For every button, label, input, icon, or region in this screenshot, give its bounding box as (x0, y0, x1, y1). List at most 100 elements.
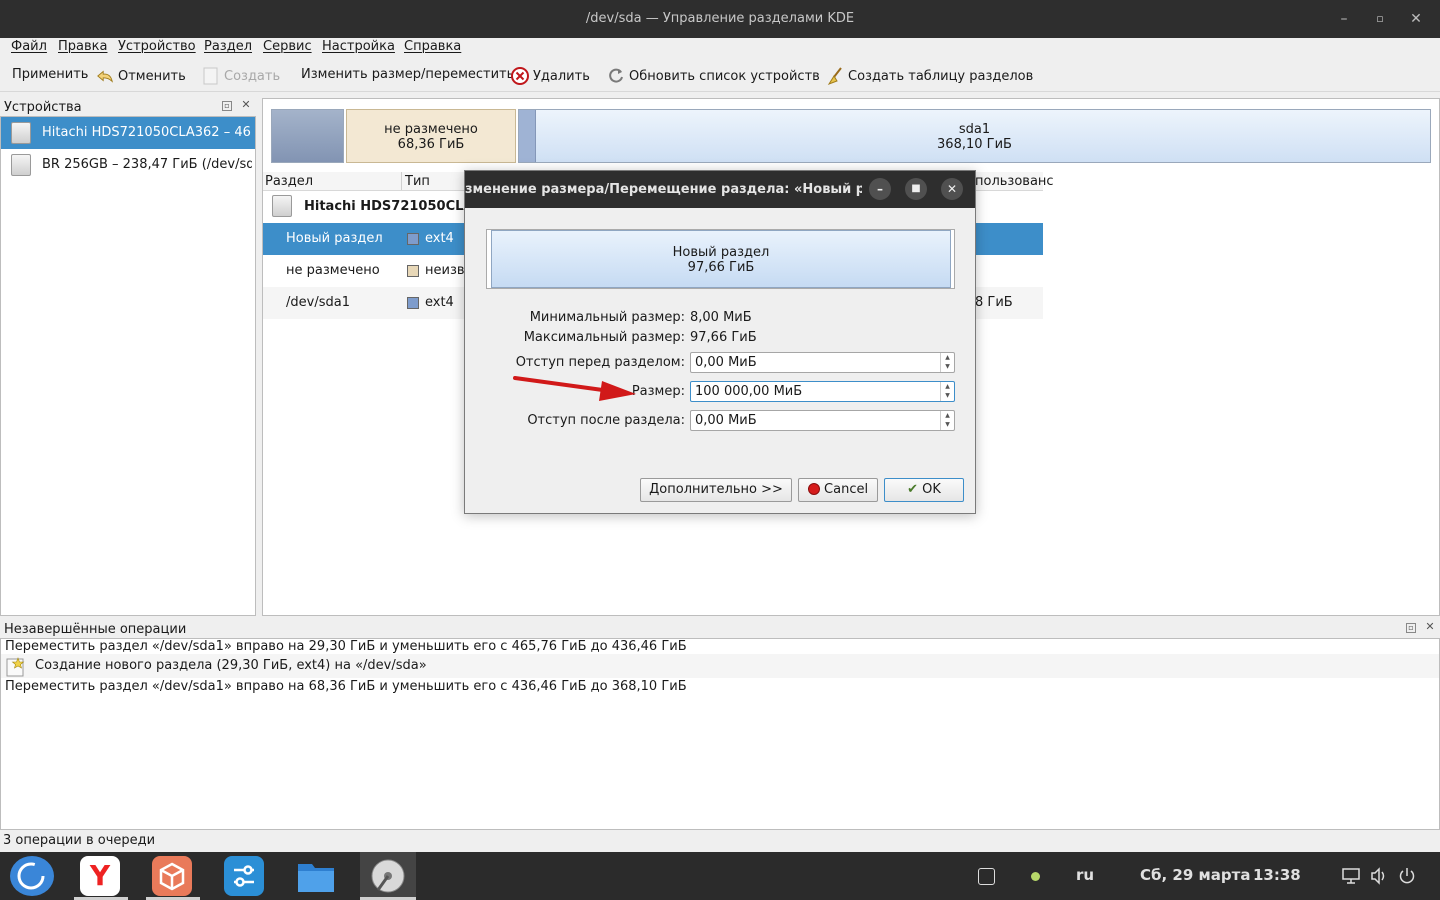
create-button[interactable]: Создать (202, 67, 280, 85)
menu-file[interactable]: Файл (11, 39, 47, 54)
taskbar: Y ru Сб, 29 марта 13:38 (0, 852, 1440, 900)
yandex-browser-icon[interactable]: Y (80, 856, 120, 896)
list-item-text: Создание нового раздела (29,30 ГиБ, ext4… (35, 658, 427, 673)
close-panel-icon[interactable]: ✕ (1425, 621, 1435, 633)
partition-resizer[interactable]: Новый раздел 97,66 ГиБ (486, 229, 955, 289)
menu-edit[interactable]: Правка (58, 39, 107, 54)
maximize-icon[interactable]: ▫ (1370, 9, 1390, 29)
col-partition[interactable]: Раздел (265, 174, 313, 189)
free-before-label: Отступ перед разделом: (515, 355, 685, 370)
partition-bar-unallocated[interactable]: не размечено 68,36 ГиБ (346, 109, 516, 163)
fs-color-swatch (407, 233, 419, 245)
minimize-icon[interactable]: – (1334, 9, 1354, 29)
volume-icon[interactable] (1370, 867, 1388, 885)
new-document-icon (203, 67, 218, 85)
undo-button[interactable]: Отменить (96, 67, 186, 85)
start-menu-icon[interactable] (10, 856, 54, 896)
hard-disk-icon (11, 122, 31, 144)
menu-help[interactable]: Справка (404, 39, 461, 54)
status-text: 3 операции в очереди (3, 833, 156, 848)
col-type[interactable]: Тип (405, 174, 430, 189)
toolbar: Применить Отменить Создать Изменить разм… (0, 58, 1440, 92)
network-icon[interactable] (1342, 867, 1360, 885)
window-title: /dev/sda — Управление разделами KDE (585, 11, 855, 26)
resize-button[interactable]: Изменить размер/переместить (301, 67, 514, 82)
col-used[interactable]: пользованс (975, 174, 1054, 189)
new-table-label: Создать таблицу разделов (848, 68, 1034, 84)
annotation-arrow-icon (513, 376, 636, 401)
apply-button[interactable]: Применить (12, 67, 88, 82)
power-icon[interactable] (1398, 867, 1416, 885)
float-panel-icon[interactable]: ▫ (222, 101, 232, 111)
fs-color-swatch (407, 265, 419, 277)
row-name: не размечено (286, 263, 380, 278)
ok-button[interactable]: ✔ OK (884, 478, 964, 502)
min-size-label: Минимальный размер: (529, 310, 685, 325)
broom-icon (827, 67, 842, 85)
settings-app-icon[interactable] (224, 856, 264, 896)
row-name: Новый раздел (286, 231, 383, 246)
float-panel-icon[interactable]: ▫ (1406, 623, 1416, 633)
partition-resize-handle[interactable]: Новый раздел 97,66 ГиБ (491, 230, 951, 288)
undo-label: Отменить (118, 68, 186, 84)
menu-partition[interactable]: Раздел (204, 39, 252, 54)
list-item[interactable]: Переместить раздел «/dev/sda1» вправо на… (5, 639, 687, 654)
menu-device[interactable]: Устройство (118, 39, 196, 54)
list-item[interactable]: Переместить раздел «/dev/sda1» вправо на… (5, 679, 687, 694)
delete-label: Удалить (533, 68, 590, 84)
menu-settings[interactable]: Настройка (322, 39, 395, 54)
workspace-switcher-icon[interactable] (978, 868, 995, 885)
spin-arrows-icon[interactable]: ▲ ▼ (940, 411, 954, 430)
hard-disk-icon (11, 154, 31, 176)
device-item-sda[interactable]: Hitachi HDS721050CLA362 – 46… (1, 117, 255, 149)
status-indicator-icon[interactable] (1031, 872, 1040, 881)
size-input[interactable]: 100 000,00 МиБ ▲ ▼ (690, 381, 955, 402)
apply-label: Применить (12, 67, 89, 82)
operations-list: Переместить раздел «/dev/sda1» вправо на… (0, 638, 1440, 830)
partition-bar-sda1[interactable]: sda1 368,10 ГиБ (518, 109, 1431, 163)
time-label[interactable]: 13:38 (1253, 866, 1301, 884)
refresh-button[interactable]: Обновить список устройств (607, 67, 820, 85)
date-label[interactable]: Сб, 29 марта (1140, 866, 1250, 884)
delete-icon (511, 67, 529, 85)
partition-bar-new[interactable] (271, 109, 344, 163)
free-after-input[interactable]: 0,00 МиБ ▲ ▼ (690, 410, 955, 431)
create-label: Создать (224, 68, 281, 84)
disk-name: Hitachi HDS721050CLA3 (304, 199, 483, 214)
refresh-label: Обновить список устройств (629, 68, 820, 84)
menu-tools[interactable]: Сервис (263, 39, 312, 54)
device-item-sdb[interactable]: BR 256GB – 238,47 ГиБ (/dev/sdb) (1, 149, 255, 181)
cancel-icon (807, 483, 820, 495)
ok-label: OK (922, 482, 941, 497)
delete-button[interactable]: Удалить (511, 67, 590, 85)
device-label: Hitachi HDS721050CLA362 – 46… (42, 125, 252, 140)
cancel-label: Cancel (824, 482, 869, 497)
dialog-close-icon[interactable]: ✕ (941, 178, 963, 200)
min-size-value: 8,00 МиБ (690, 310, 752, 325)
spin-arrows-icon[interactable]: ▲ ▼ (940, 353, 954, 372)
resize-label: Изменить размер/переместить (301, 67, 515, 82)
free-before-input[interactable]: 0,00 МиБ ▲ ▼ (690, 352, 955, 373)
cancel-button[interactable]: Cancel (798, 478, 878, 502)
fs-color-swatch (407, 297, 419, 309)
dialog-partition-size: 97,66 ГиБ (687, 260, 755, 275)
close-icon[interactable]: ✕ (1406, 9, 1426, 29)
package-manager-icon[interactable] (152, 856, 192, 896)
ok-check-icon: ✔ (907, 482, 918, 497)
spin-arrows-icon[interactable]: ▲ ▼ (940, 382, 954, 401)
close-panel-icon[interactable]: ✕ (241, 99, 251, 111)
dialog-minimize-icon[interactable]: – (869, 178, 891, 200)
file-manager-icon[interactable] (296, 856, 336, 896)
partition-manager-task[interactable] (360, 852, 416, 900)
new-partition-table-button[interactable]: Создать таблицу разделов (826, 67, 1033, 85)
partition-manager-icon (371, 859, 405, 893)
dialog-maximize-icon[interactable]: ■ (905, 178, 927, 200)
keyboard-layout[interactable]: ru (1076, 866, 1094, 884)
list-item[interactable]: Создание нового раздела (29,30 ГиБ, ext4… (1, 654, 1439, 678)
advanced-button[interactable]: Дополнительно >> (640, 478, 792, 502)
dialog-partition-label: Новый раздел (672, 245, 770, 260)
sda1-used-fill (519, 110, 536, 162)
operations-title: Незавершённые операции (4, 622, 187, 637)
devices-title: Устройства (4, 100, 82, 115)
unallocated-label: не размечено (384, 122, 478, 137)
